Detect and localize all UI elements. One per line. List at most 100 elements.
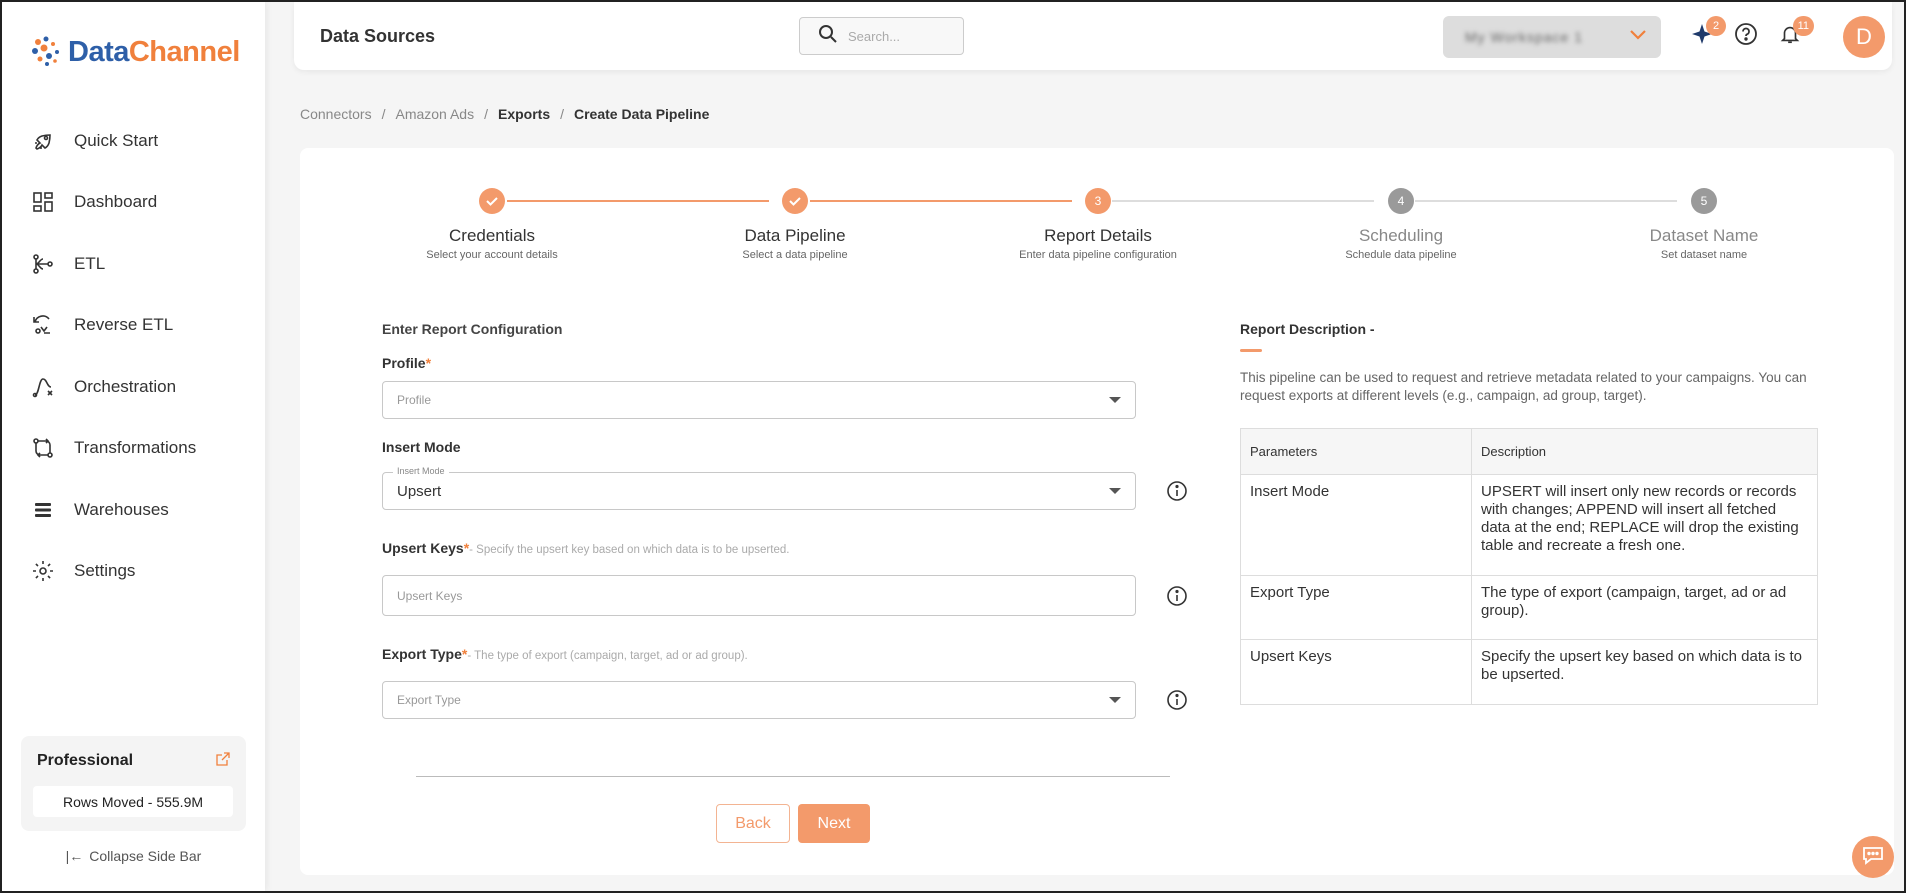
info-icon[interactable] — [1166, 689, 1188, 711]
plan-title: Professional — [37, 752, 134, 769]
next-button[interactable]: Next — [798, 804, 870, 843]
search-input[interactable]: Search... — [799, 17, 964, 55]
table-row: Insert Mode UPSERT will insert only new … — [1240, 474, 1818, 576]
desc-cell: UPSERT will insert only new records or r… — [1471, 474, 1818, 576]
help-button[interactable] — [1732, 22, 1760, 50]
rocket-icon — [28, 126, 58, 156]
sidebar-item-transformations[interactable]: Transformations — [28, 418, 248, 480]
sidebar-item-reverse-etl[interactable]: Reverse ETL — [28, 295, 248, 357]
step-subtitle: Select your account details — [426, 249, 558, 261]
title-underline — [1240, 349, 1262, 352]
form-heading: Enter Report Configuration — [382, 321, 563, 337]
step-title: Credentials — [449, 226, 535, 245]
info-icon[interactable] — [1166, 585, 1188, 607]
chat-button[interactable] — [1852, 836, 1894, 878]
breadcrumb-amazon-ads[interactable]: Amazon Ads — [395, 106, 474, 122]
step-title: Scheduling — [1358, 226, 1444, 245]
caret-down-icon — [1109, 697, 1121, 703]
workspace-name: My Workspace 1 — [1465, 29, 1583, 45]
collapse-sidebar-button[interactable]: |← Collapse Side Bar — [2, 848, 265, 864]
ai-sparkle-button[interactable]: 2 — [1688, 16, 1726, 50]
main-panel: Credentials Select your account details … — [300, 148, 1894, 875]
top-header: Data Sources Search... My Workspace 1 2 … — [294, 2, 1892, 70]
export-type-placeholder: Export Type — [397, 693, 461, 707]
report-description-title: Report Description - — [1240, 321, 1375, 337]
step-subtitle: Select a data pipeline — [742, 249, 848, 261]
step-number: 4 — [1388, 188, 1414, 214]
upsert-keys-placeholder: Upsert Keys — [397, 588, 463, 603]
collapse-icon: |← — [65, 848, 84, 864]
profile-placeholder: Profile — [397, 393, 432, 407]
page-title: Data Sources — [320, 26, 436, 46]
plan-card: Professional Rows Moved - 555.9M — [21, 736, 246, 831]
brand-name: DataChannel — [68, 35, 240, 68]
sidebar-nav: Quick Start Dashboard ETL Reverse ETL Or… — [28, 110, 248, 602]
back-button[interactable]: Back — [716, 804, 790, 843]
form-divider — [416, 776, 1170, 777]
search-icon — [818, 24, 838, 49]
avatar[interactable]: D — [1843, 16, 1885, 58]
notifications-button[interactable]: 11 — [1776, 16, 1814, 50]
step-title: Data Pipeline — [744, 226, 846, 245]
step-report-details[interactable]: 3 Report Details Enter data pipeline con… — [968, 188, 1228, 261]
caret-down-icon — [1109, 397, 1121, 403]
help-icon — [1734, 22, 1758, 51]
sidebar-item-warehouses[interactable]: Warehouses — [28, 479, 248, 541]
chat-icon — [1862, 845, 1884, 870]
export-type-label: Export Type*- The type of export (campai… — [382, 646, 748, 662]
gear-icon — [28, 556, 58, 586]
sidebar-item-etl[interactable]: ETL — [28, 233, 248, 295]
desc-cell: The type of export (campaign, target, ad… — [1471, 575, 1818, 640]
step-data-pipeline[interactable]: Data Pipeline Select a data pipeline — [665, 188, 925, 261]
workspace-select[interactable]: My Workspace 1 — [1443, 16, 1661, 58]
breadcrumb-connectors[interactable]: Connectors — [300, 106, 372, 122]
upsert-keys-input[interactable]: Upsert Keys — [382, 575, 1136, 616]
param-cell: Upsert Keys — [1240, 639, 1472, 705]
dashboard-icon — [28, 187, 58, 217]
export-type-select[interactable]: Export Type — [382, 681, 1136, 719]
parameters-table: Parameters Description Insert Mode UPSER… — [1240, 428, 1818, 705]
breadcrumb-separator: / — [560, 106, 564, 122]
step-scheduling[interactable]: 4 Scheduling Schedule data pipeline — [1271, 188, 1531, 261]
report-description-text: This pipeline can be used to request and… — [1240, 370, 1807, 403]
step-dataset-name[interactable]: 5 Dataset Name Set dataset name — [1574, 188, 1834, 261]
check-icon — [782, 188, 808, 214]
rows-moved: Rows Moved - 555.9M — [33, 786, 233, 817]
caret-down-icon — [1109, 488, 1121, 494]
warehouses-icon — [28, 495, 58, 525]
breadcrumb: Connectors / Amazon Ads / Exports / Crea… — [300, 106, 709, 122]
step-subtitle: Set dataset name — [1660, 249, 1748, 261]
step-number: 5 — [1691, 188, 1717, 214]
external-link-icon[interactable] — [216, 752, 230, 771]
notifications-badge: 11 — [1792, 16, 1814, 36]
sidebar: DataChannel Quick Start Dashboard ETL Re… — [2, 2, 265, 891]
check-icon — [479, 188, 505, 214]
upsert-keys-label: Upsert Keys*- Specify the upsert key bas… — [382, 540, 790, 556]
table-row: Export Type The type of export (campaign… — [1240, 575, 1818, 640]
desc-cell: Specify the upsert key based on which da… — [1471, 639, 1818, 705]
chevron-down-icon — [1629, 28, 1647, 46]
param-cell: Insert Mode — [1240, 474, 1472, 576]
orchestration-icon — [28, 372, 58, 402]
profile-select[interactable]: Profile — [382, 381, 1136, 419]
step-number: 3 — [1085, 188, 1111, 214]
sidebar-item-settings[interactable]: Settings — [28, 541, 248, 603]
step-subtitle: Schedule data pipeline — [1345, 249, 1457, 261]
sidebar-item-quick-start[interactable]: Quick Start — [28, 110, 248, 172]
brand-logo[interactable]: DataChannel — [30, 34, 240, 70]
info-icon[interactable] — [1166, 480, 1188, 502]
sidebar-item-dashboard[interactable]: Dashboard — [28, 172, 248, 234]
step-credentials[interactable]: Credentials Select your account details — [362, 188, 622, 261]
insert-mode-select[interactable]: Insert Mode Upsert — [382, 466, 1136, 510]
step-title: Dataset Name — [1649, 226, 1759, 245]
logo-icon — [30, 34, 66, 70]
param-cell: Export Type — [1240, 575, 1472, 640]
column-header: Parameters — [1240, 428, 1472, 475]
table-header-row: Parameters Description — [1240, 428, 1818, 475]
sidebar-item-orchestration[interactable]: Orchestration — [28, 356, 248, 418]
breadcrumb-separator: / — [381, 106, 386, 122]
breadcrumb-exports[interactable]: Exports — [498, 106, 550, 122]
profile-label: Profile* — [382, 355, 432, 371]
breadcrumb-current: Create Data Pipeline — [574, 106, 710, 122]
breadcrumb-separator: / — [484, 106, 488, 122]
